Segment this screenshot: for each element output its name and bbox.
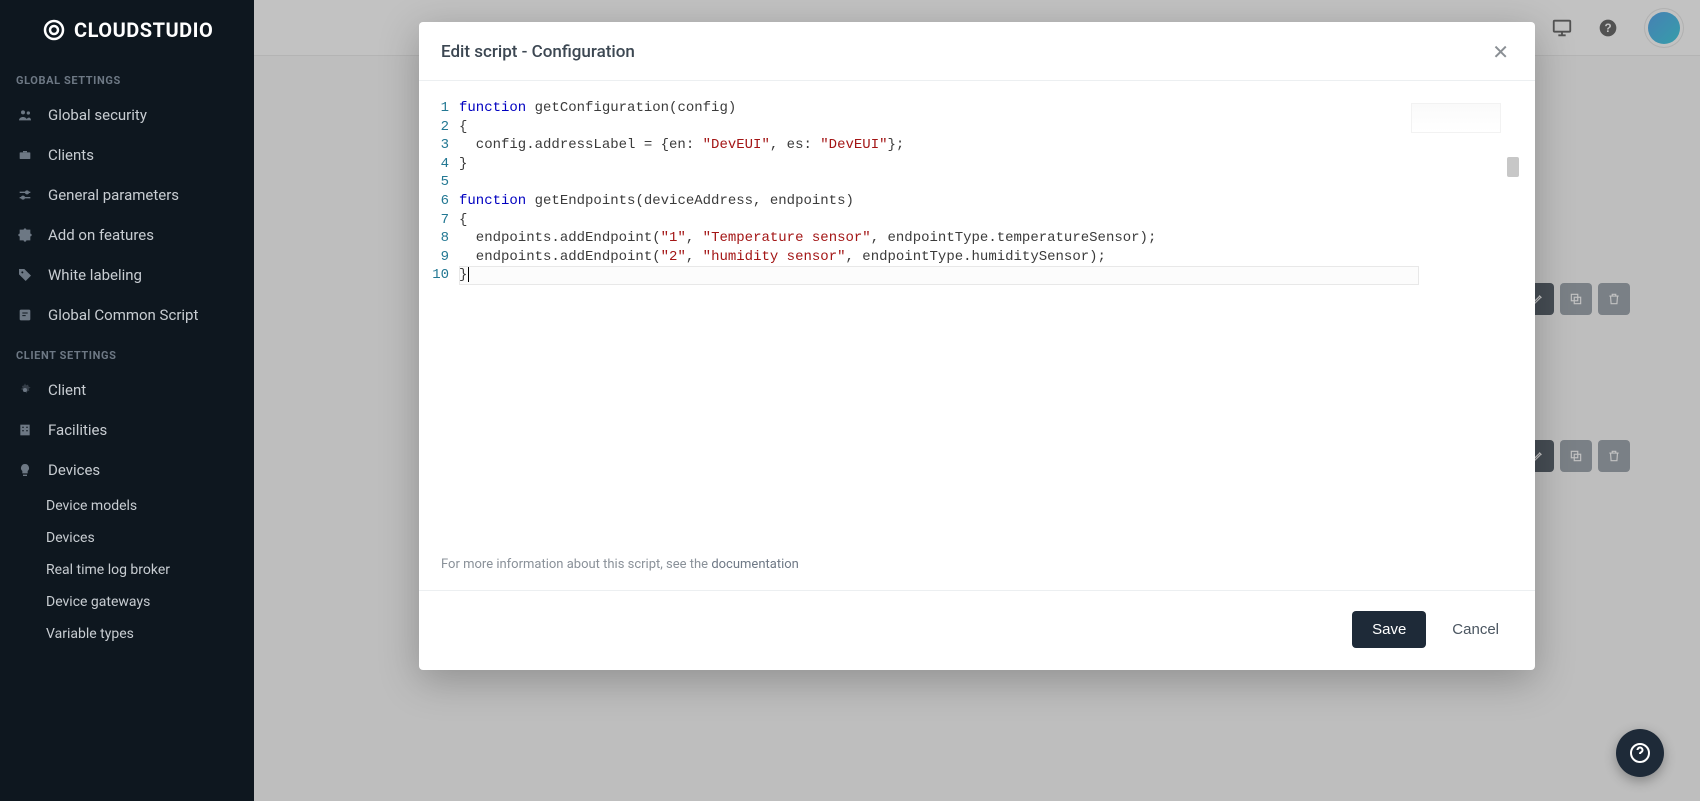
users-icon — [16, 106, 34, 124]
sidebar-item-add-on-features[interactable]: Add on features — [0, 215, 254, 255]
code-line[interactable] — [459, 173, 1415, 192]
sidebar-item-label: Client — [48, 381, 86, 399]
line-gutter: 12345678910 — [419, 99, 459, 553]
text-cursor — [468, 267, 469, 282]
sidebar-item-devices[interactable]: Devices — [0, 450, 254, 490]
code-line[interactable]: { — [459, 118, 1415, 137]
edit-script-modal: Edit script - Configuration ✕ 1234567891… — [419, 22, 1535, 670]
scrollbar-thumb[interactable] — [1507, 157, 1519, 177]
sidebar: CLOUDSTUDIO GLOBAL SETTINGS Global secur… — [0, 0, 254, 801]
sidebar-item-label: Facilities — [48, 421, 107, 439]
code-line[interactable]: } — [459, 155, 1415, 174]
sidebar-subitem-device-gateways[interactable]: Device gateways — [0, 586, 254, 618]
sidebar-item-label: Global security — [48, 106, 147, 124]
close-icon[interactable]: ✕ — [1488, 38, 1513, 66]
help-fab[interactable] — [1616, 729, 1664, 777]
script-icon — [16, 306, 34, 324]
briefcase-icon — [16, 146, 34, 164]
sidebar-item-label: General parameters — [48, 186, 179, 204]
building-icon — [16, 421, 34, 439]
sidebar-subitem-real-time-log-broker[interactable]: Real time log broker — [0, 554, 254, 586]
cancel-button[interactable]: Cancel — [1444, 611, 1507, 648]
sidebar-subitem-devices[interactable]: Devices — [0, 522, 254, 554]
line-number: 5 — [419, 173, 449, 192]
minimap[interactable] — [1411, 103, 1501, 133]
vertical-scrollbar[interactable] — [1507, 97, 1519, 657]
sidebar-section-client: CLIENT SETTINGS — [0, 335, 254, 370]
app-root: CLOUDSTUDIO GLOBAL SETTINGS Global secur… — [0, 0, 1700, 801]
code-line[interactable]: endpoints.addEndpoint("1", "Temperature … — [459, 229, 1415, 248]
code-line[interactable]: endpoints.addEndpoint("2", "humidity sen… — [459, 248, 1415, 267]
line-number: 6 — [419, 192, 449, 211]
line-number: 7 — [419, 211, 449, 230]
modal-overlay: Edit script - Configuration ✕ 1234567891… — [254, 0, 1700, 801]
sidebar-item-facilities[interactable]: Facilities — [0, 410, 254, 450]
save-button[interactable]: Save — [1352, 611, 1426, 648]
sidebar-subitem-variable-types[interactable]: Variable types — [0, 618, 254, 650]
sidebar-section-global: GLOBAL SETTINGS — [0, 60, 254, 95]
line-number: 4 — [419, 155, 449, 174]
sidebar-item-global-common-script[interactable]: Global Common Script — [0, 295, 254, 335]
tag-icon — [16, 266, 34, 284]
brand-logo: CLOUDSTUDIO — [0, 18, 254, 60]
sidebar-sublist-devices: Device modelsDevicesReal time log broker… — [0, 490, 254, 650]
sidebar-item-clients[interactable]: Clients — [0, 135, 254, 175]
brand-text: CLOUDSTUDIO — [74, 18, 213, 42]
puzzle-icon — [16, 226, 34, 244]
code-line[interactable]: function getConfiguration(config) — [459, 99, 1415, 118]
line-number: 10 — [419, 266, 449, 285]
modal-title: Edit script - Configuration — [441, 42, 635, 62]
sidebar-list-global: Global security Clients General parameters… — [0, 95, 254, 335]
main-area: DEMO ▾ ? Edit script - Configura — [254, 0, 1700, 801]
sidebar-item-white-labeling[interactable]: White labeling — [0, 255, 254, 295]
sidebar-item-global-security[interactable]: Global security — [0, 95, 254, 135]
brand-logo-icon — [42, 18, 66, 42]
sidebar-item-label: Global Common Script — [48, 306, 198, 324]
code-line[interactable]: config.addressLabel = {en: "DevEUI", es:… — [459, 136, 1415, 155]
code-editor[interactable]: 12345678910 function getConfiguration(co… — [419, 81, 1535, 553]
sidebar-item-label: Devices — [48, 461, 100, 479]
gear-icon — [16, 381, 34, 399]
sidebar-item-general-parameters[interactable]: General parameters — [0, 175, 254, 215]
line-number: 8 — [419, 229, 449, 248]
sidebar-item-label: Add on features — [48, 226, 154, 244]
modal-body: 12345678910 function getConfiguration(co… — [419, 81, 1535, 590]
doc-note: For more information about this script, … — [419, 553, 1535, 590]
sidebar-item-client[interactable]: Client — [0, 370, 254, 410]
code-line[interactable]: { — [459, 211, 1415, 230]
modal-header: Edit script - Configuration ✕ — [419, 22, 1535, 81]
documentation-link[interactable]: documentation — [711, 557, 799, 572]
sidebar-item-label: Clients — [48, 146, 94, 164]
line-number: 1 — [419, 99, 449, 118]
doc-note-text: For more information about this script, … — [441, 557, 711, 572]
code-line[interactable]: } — [459, 266, 1415, 285]
line-number: 9 — [419, 248, 449, 267]
sidebar-list-client: Client Facilities Devices — [0, 370, 254, 490]
line-number: 3 — [419, 136, 449, 155]
sliders-icon — [16, 186, 34, 204]
bulb-icon — [16, 461, 34, 479]
modal-footer: Save Cancel — [419, 590, 1535, 670]
sidebar-item-label: White labeling — [48, 266, 142, 284]
code-area[interactable]: function getConfiguration(config){ confi… — [459, 99, 1535, 553]
line-number: 2 — [419, 118, 449, 137]
sidebar-subitem-device-models[interactable]: Device models — [0, 490, 254, 522]
code-line[interactable]: function getEndpoints(deviceAddress, end… — [459, 192, 1415, 211]
